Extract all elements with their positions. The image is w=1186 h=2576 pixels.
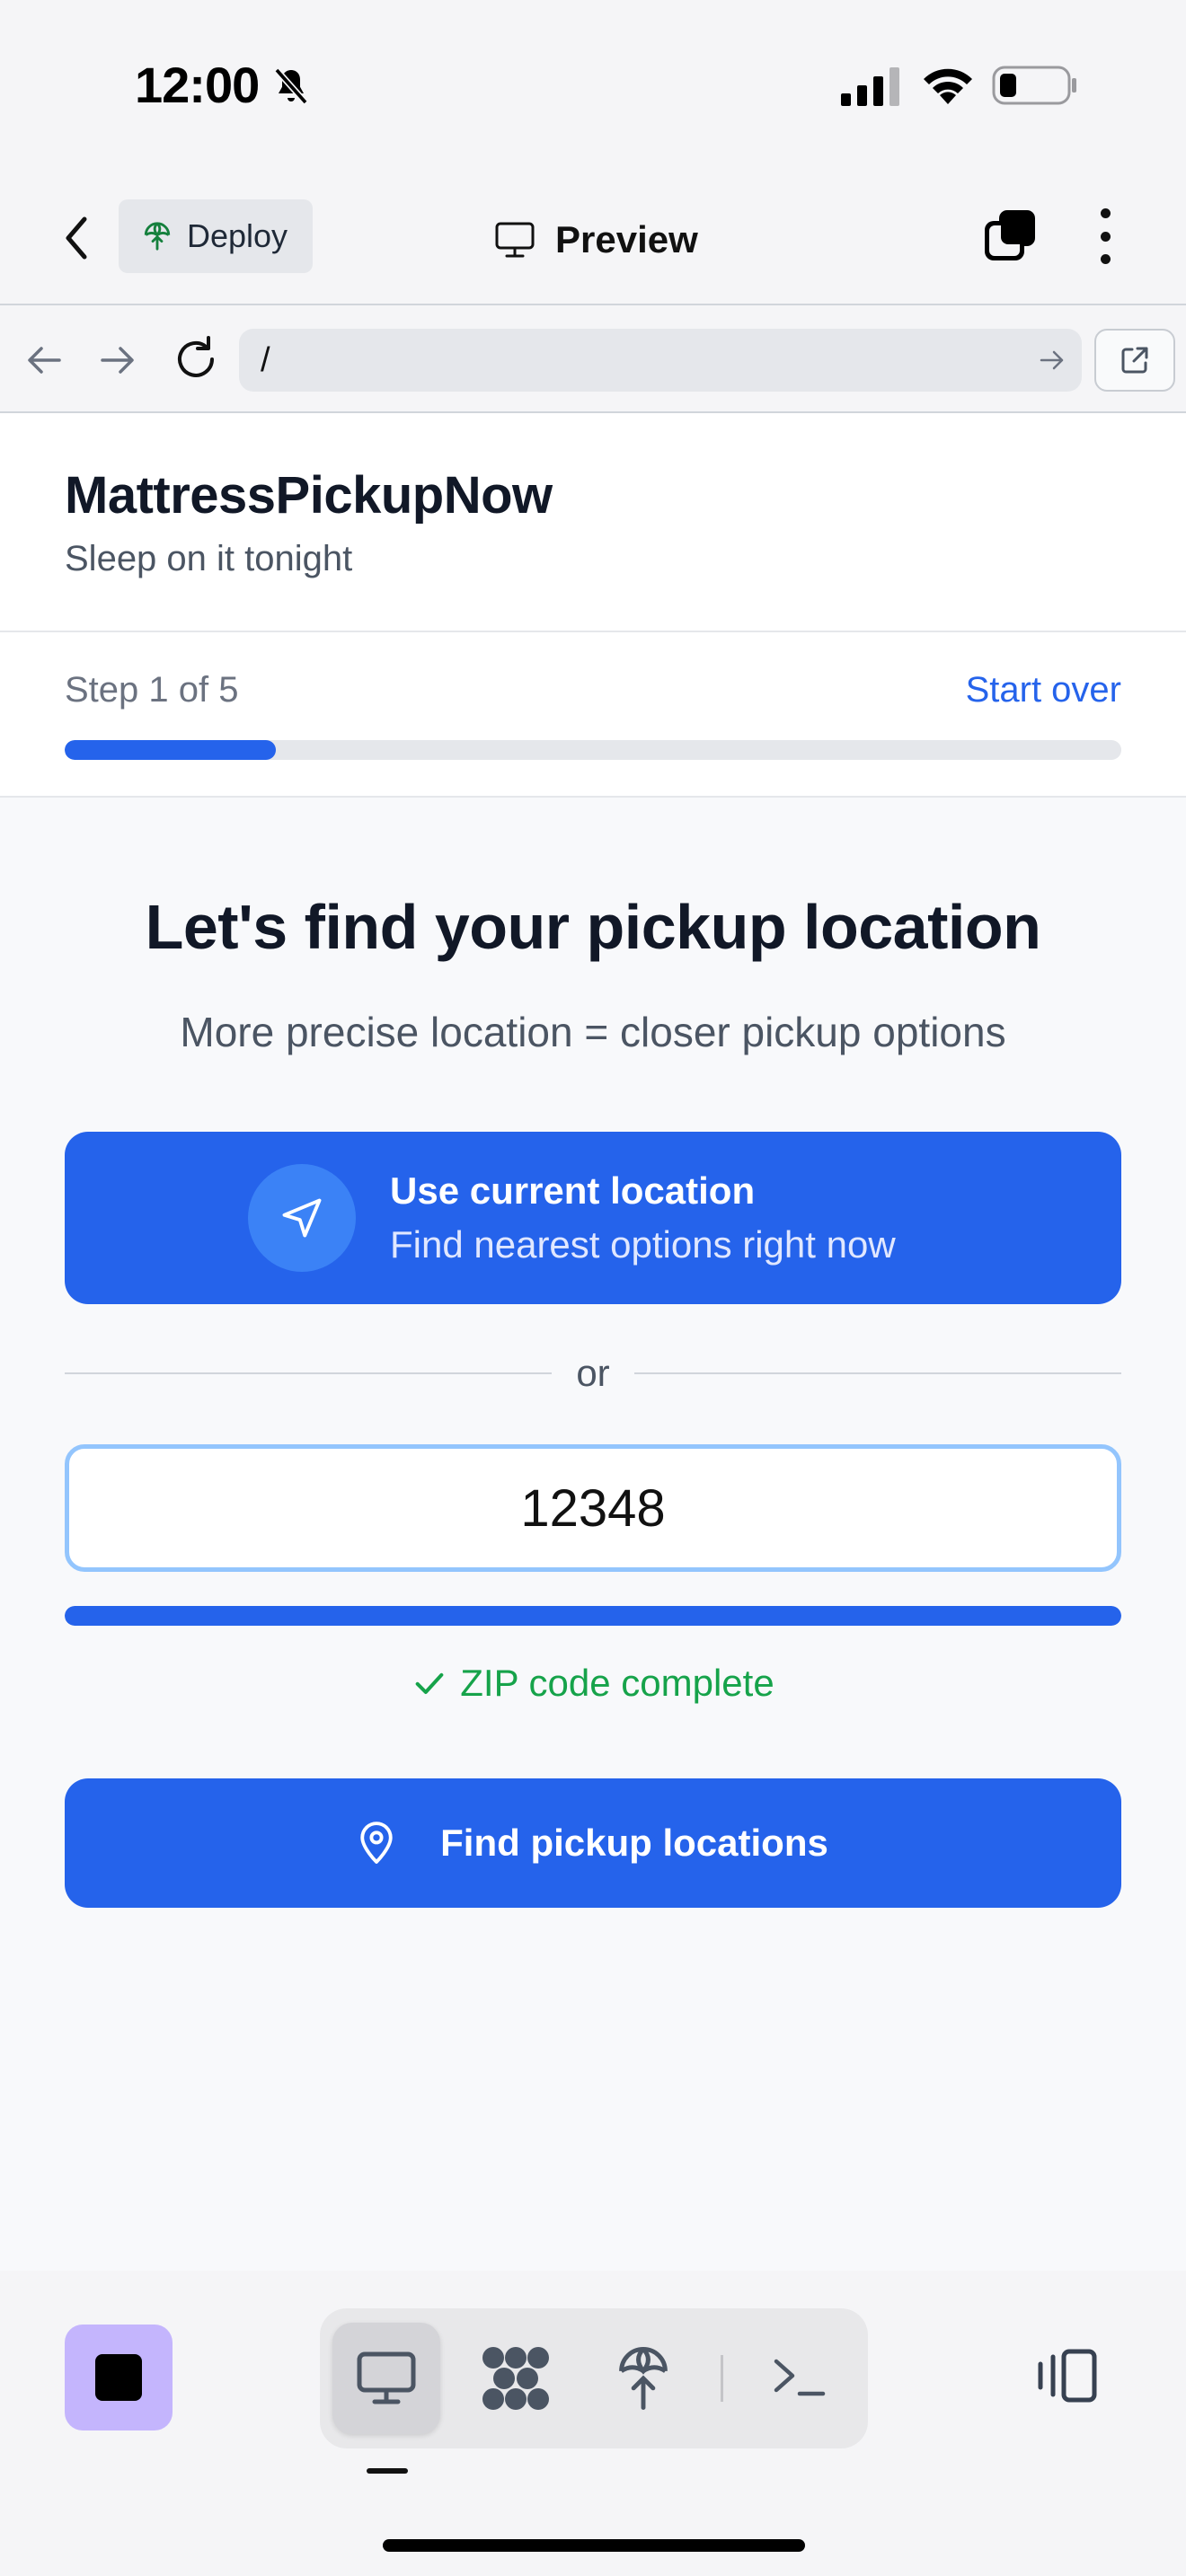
external-link-icon (1121, 347, 1148, 374)
status-time: 12:00 (135, 57, 260, 113)
bottom-toolbar (0, 2271, 1186, 2576)
cellular-signal-icon (841, 67, 899, 106)
step-label: Step 1 of 5 (65, 670, 239, 710)
terminal-tab-button[interactable] (746, 2323, 854, 2434)
check-icon (415, 1672, 444, 1694)
use-location-title: Use current location (390, 1169, 756, 1212)
deploy-icon (619, 2347, 668, 2411)
more-dot (1100, 231, 1111, 242)
chevron-left-icon (66, 216, 87, 260)
use-current-location-button[interactable]: Use current location Find nearest option… (65, 1132, 1121, 1304)
step-progress: Step 1 of 5 Start over (0, 632, 1186, 798)
open-external-button[interactable] (1094, 329, 1175, 392)
deploy-button[interactable]: Deploy (119, 199, 313, 273)
back-button[interactable] (52, 211, 101, 265)
reload-icon[interactable] (169, 332, 223, 386)
zip-status: ZIP code complete (0, 1662, 1186, 1705)
use-location-subtitle: Find nearest options right now (390, 1223, 896, 1266)
zip-progress-fill (65, 1606, 1121, 1626)
map-pin-icon (360, 1822, 393, 1864)
browser-toolbar: / (0, 305, 1186, 413)
arrow-right-icon[interactable] (93, 336, 142, 384)
navigation-arrow-icon (282, 1198, 322, 1238)
stop-button[interactable] (65, 2325, 173, 2430)
more-dot (1100, 208, 1111, 218)
preview-title: Preview (494, 208, 698, 271)
zip-code-input[interactable] (65, 1444, 1121, 1572)
stop-icon (95, 2354, 142, 2401)
deploy-icon (144, 222, 171, 251)
panel-icon[interactable] (1031, 2344, 1103, 2407)
progress-bar (65, 740, 1121, 760)
monitor-icon (357, 2351, 416, 2404)
page-title: Let's find your pickup location (145, 892, 1041, 962)
find-pickup-locations-button[interactable]: Find pickup locations (65, 1778, 1121, 1908)
more-dot (1100, 254, 1111, 264)
deploy-tab-button[interactable] (589, 2323, 697, 2434)
battery-icon (992, 66, 1076, 105)
main-content: Let's find your pickup location More pre… (0, 798, 1186, 2271)
home-indicator[interactable] (383, 2539, 805, 2552)
active-tab-indicator (367, 2468, 408, 2474)
url-text: / (261, 341, 270, 379)
zip-status-text: ZIP code complete (460, 1662, 774, 1704)
brand-name[interactable]: MattressPickupNow (65, 465, 553, 525)
app-top-bar: Deploy Preview (0, 171, 1186, 305)
site-header: MattressPickupNow Sleep on it tonight (0, 413, 1186, 632)
url-bar[interactable]: / (239, 329, 1082, 392)
terminal-icon (774, 2359, 826, 2396)
deploy-label: Deploy (187, 217, 288, 254)
find-button-label: Find pickup locations (440, 1822, 828, 1864)
bell-muted-icon (274, 67, 308, 105)
tabs-icon[interactable] (981, 207, 1039, 264)
apps-tab-button[interactable] (462, 2323, 570, 2434)
apps-icon (482, 2347, 549, 2410)
toolbar-separator (721, 2355, 723, 2402)
progress-bar-fill (65, 740, 277, 760)
start-over-link[interactable]: Start over (966, 670, 1121, 710)
brand-tagline: Sleep on it tonight (65, 539, 353, 578)
page-subtitle: More precise location = closer pickup op… (180, 1009, 1006, 1055)
arrow-left-icon[interactable] (20, 336, 68, 384)
preview-label: Preview (555, 218, 698, 260)
monitor-icon (495, 222, 535, 258)
view-switcher (320, 2308, 868, 2448)
divider-or: or (552, 1347, 634, 1401)
more-options-button[interactable] (1087, 203, 1123, 269)
go-arrow-icon[interactable] (1037, 345, 1067, 375)
zip-progress-bar (65, 1606, 1121, 1626)
preview-tab-button[interactable] (332, 2323, 440, 2434)
wifi-icon (924, 68, 972, 104)
location-icon-circle (248, 1164, 356, 1272)
status-bar: 12:00 (0, 0, 1186, 171)
